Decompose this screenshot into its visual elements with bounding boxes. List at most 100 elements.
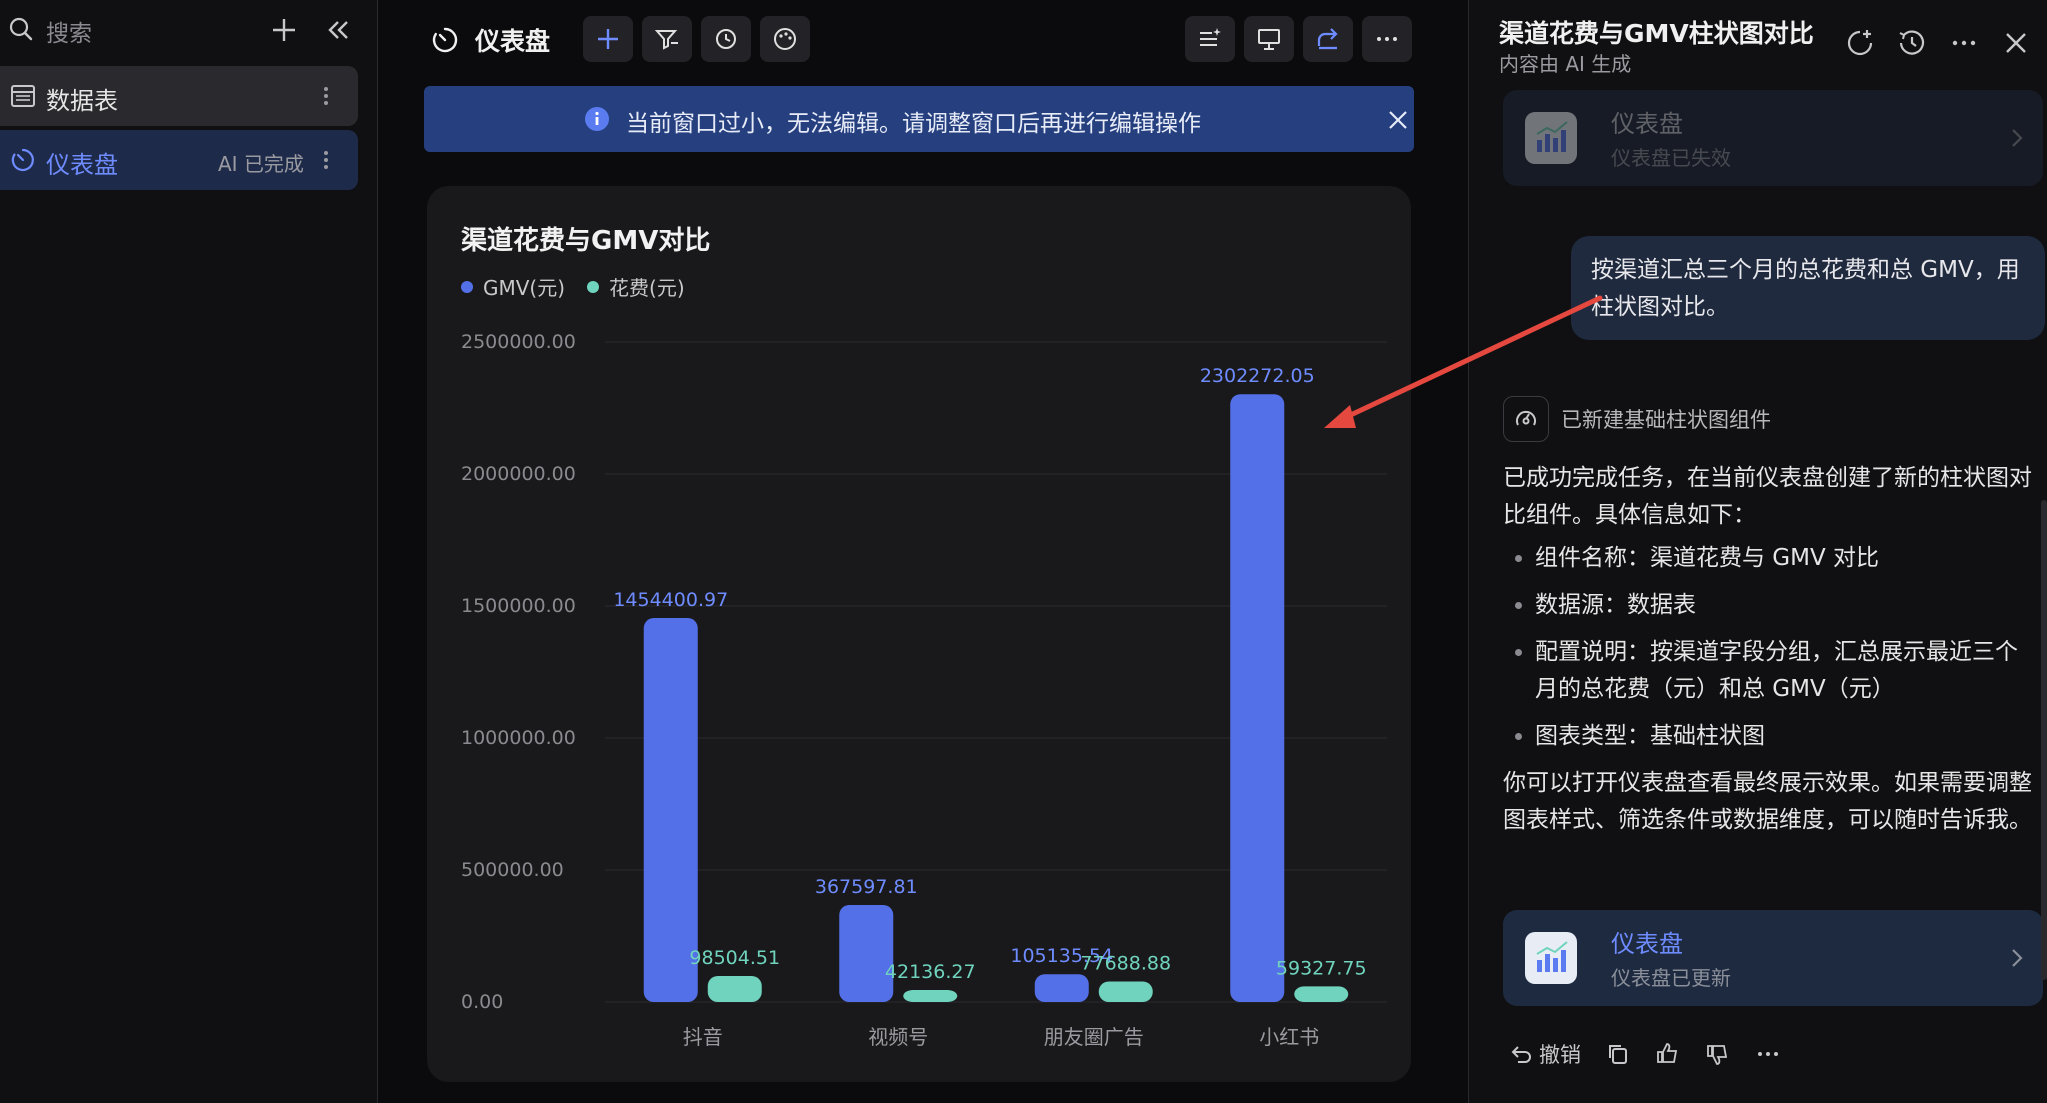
info-icon [585, 107, 609, 131]
gauge-icon [1503, 396, 1549, 442]
bar-chart: 0.00 500000.00 1000000.00 1500000.00 2000000… [461, 331, 1387, 1049]
refresh-button[interactable] [701, 16, 751, 62]
undo-label: 撤销 [1539, 1043, 1581, 1067]
response-list: 组件名称：渠道花费与 GMV 对比 数据源：数据表 配置说明：按渠道字段分组，汇… [1503, 540, 2033, 755]
y-tick-label: 1500000.00 [461, 595, 576, 617]
plus-icon [598, 29, 618, 49]
data-label: 59327.75 [1276, 957, 1367, 979]
chevron-right-icon [2012, 129, 2023, 147]
sidebar-header: 搜索 [0, 0, 378, 62]
list-sparkle-icon [1200, 28, 1221, 46]
data-label: 98504.51 [689, 947, 780, 969]
card-subtitle: 仪表盘已失效 [1611, 146, 1731, 170]
close-icon[interactable] [1386, 108, 1410, 132]
more-horizontal-icon [1377, 37, 1397, 41]
data-label: 1454400.97 [613, 589, 728, 611]
tool-status-row: 已新建基础柱状图组件 [1503, 396, 1771, 442]
y-tick-label: 1000000.00 [461, 727, 576, 749]
close-icon[interactable] [1999, 26, 2033, 60]
x-tick-label: 视频号 [868, 1025, 928, 1049]
data-label: 367597.81 [815, 876, 918, 898]
table-icon [11, 85, 35, 107]
response-outro: 你可以打开仪表盘查看最终展示效果。如果需要调整图表样式、筛选条件或数据维度，可以… [1503, 770, 2032, 833]
card-title: 仪表盘 [1611, 110, 1683, 138]
banner-message: 当前窗口过小，无法编辑。请调整窗口后再进行编辑操作 [626, 111, 1201, 137]
bar [839, 904, 894, 1002]
list-item: 图表类型：基础柱状图 [1535, 718, 2033, 755]
message-actions: 撤销 [1509, 1038, 1781, 1070]
sidebar-item-datatable[interactable]: 数据表 [0, 66, 358, 126]
ai-layout-button[interactable] [1185, 16, 1235, 62]
share-button[interactable] [1303, 16, 1353, 62]
more-vertical-icon[interactable] [316, 146, 336, 174]
thumbs-down-icon[interactable] [1705, 1041, 1731, 1067]
more-vertical-icon[interactable] [316, 82, 336, 110]
search-input[interactable]: 搜索 [46, 14, 92, 48]
new-chat-icon[interactable] [1843, 26, 1877, 60]
panel-scrollbar[interactable] [2041, 500, 2047, 980]
history-icon[interactable] [1895, 26, 1929, 60]
more-horizontal-icon[interactable] [1947, 26, 1981, 60]
ai-assistant-panel: 渠道花费与GMV柱状图对比 内容由 AI 生成 仪表盘 仪表盘已失效 按渠道汇总… [1468, 0, 2047, 1103]
sidebar-item-label: 数据表 [46, 87, 118, 115]
card-subtitle: 仪表盘已更新 [1611, 966, 1731, 990]
window-too-small-banner: 当前窗口过小，无法编辑。请调整窗口后再进行编辑操作 [424, 86, 1414, 152]
data-label: 42136.27 [885, 961, 976, 983]
ai-status-badge: AI 已完成 [218, 152, 304, 176]
data-label: 77688.88 [1080, 952, 1171, 974]
list-item: 数据源：数据表 [1535, 587, 2033, 624]
y-tick-label: 2500000.00 [461, 331, 576, 353]
share-icon [1317, 28, 1338, 50]
filter-button[interactable] [642, 16, 692, 62]
bar [1230, 394, 1285, 1002]
search-icon[interactable] [8, 16, 34, 42]
dashboard-card-updated[interactable]: 仪表盘 仪表盘已更新 [1503, 910, 2043, 1006]
data-label: 2302272.05 [1200, 365, 1315, 387]
page-title: 仪表盘 [475, 27, 551, 56]
bar [1098, 981, 1153, 1002]
refresh-clock-icon [716, 29, 736, 49]
present-button[interactable] [1244, 16, 1294, 62]
card-title: 仪表盘 [1611, 930, 1683, 958]
panel-subtitle: 内容由 AI 生成 [1499, 52, 1632, 76]
dashboard-thumbnail-icon [1525, 112, 1577, 164]
more-horizontal-icon[interactable] [1755, 1041, 1781, 1067]
undo-button[interactable]: 撤销 [1509, 1039, 1581, 1069]
list-item: 配置说明：按渠道字段分组，汇总展示最近三个月的总花费（元）和总 GMV（元） [1535, 634, 2033, 708]
thumbs-up-icon[interactable] [1655, 1041, 1681, 1067]
bar [707, 975, 762, 1002]
add-component-button[interactable] [583, 16, 633, 62]
tool-status-text: 已新建基础柱状图组件 [1561, 408, 1771, 432]
x-tick-label: 抖音 [683, 1025, 723, 1049]
list-item: 组件名称：渠道花费与 GMV 对比 [1535, 540, 2033, 577]
bar-chart-card[interactable]: 渠道花费与GMV对比 GMV(元) 花费(元) 0.00 500000.00 100… [427, 186, 1411, 1082]
user-message-text: 按渠道汇总三个月的总花费和总 GMV，用柱状图对比。 [1591, 257, 2020, 320]
dashboard-icon [432, 27, 458, 53]
panel-title: 渠道花费与GMV柱状图对比 [1499, 19, 1814, 48]
filter-icon [654, 30, 678, 50]
main-area: 仪表盘 当前窗口过小，无法编辑。请调整窗口后再进行编辑操作 渠道花费与GMV对比… [379, 0, 1457, 1103]
bar [1294, 986, 1349, 1002]
palette-icon [774, 28, 796, 50]
dashboard-thumbnail-icon [1525, 932, 1577, 984]
bar [643, 618, 698, 1002]
more-button[interactable] [1362, 16, 1412, 62]
x-tick-label: 朋友圈广告 [1044, 1025, 1144, 1049]
dashboard-card-expired[interactable]: 仪表盘 仪表盘已失效 [1503, 90, 2043, 186]
presentation-icon [1258, 29, 1280, 50]
y-tick-label: 500000.00 [461, 859, 564, 881]
theme-button[interactable] [760, 16, 810, 62]
sidebar: 搜索 数据表 仪表盘 AI 已完成 [0, 0, 378, 1103]
add-icon[interactable] [268, 14, 300, 46]
copy-icon[interactable] [1605, 1041, 1631, 1067]
y-tick-label: 0.00 [461, 991, 503, 1013]
undo-icon [1511, 1046, 1531, 1063]
response-intro: 已成功完成任务，在当前仪表盘创建了新的柱状图对比组件。具体信息如下： [1503, 465, 2032, 528]
bar [903, 990, 958, 1002]
sidebar-item-dashboard[interactable]: 仪表盘 AI 已完成 [0, 130, 358, 190]
user-message-bubble: 按渠道汇总三个月的总花费和总 GMV，用柱状图对比。 [1571, 236, 2045, 340]
assistant-response: 已成功完成任务，在当前仪表盘创建了新的柱状图对比组件。具体信息如下： 组件名称：… [1503, 460, 2033, 839]
collapse-sidebar-icon[interactable] [322, 14, 354, 46]
x-tick-label: 小红书 [1259, 1025, 1319, 1049]
sidebar-item-label: 仪表盘 [46, 151, 118, 179]
